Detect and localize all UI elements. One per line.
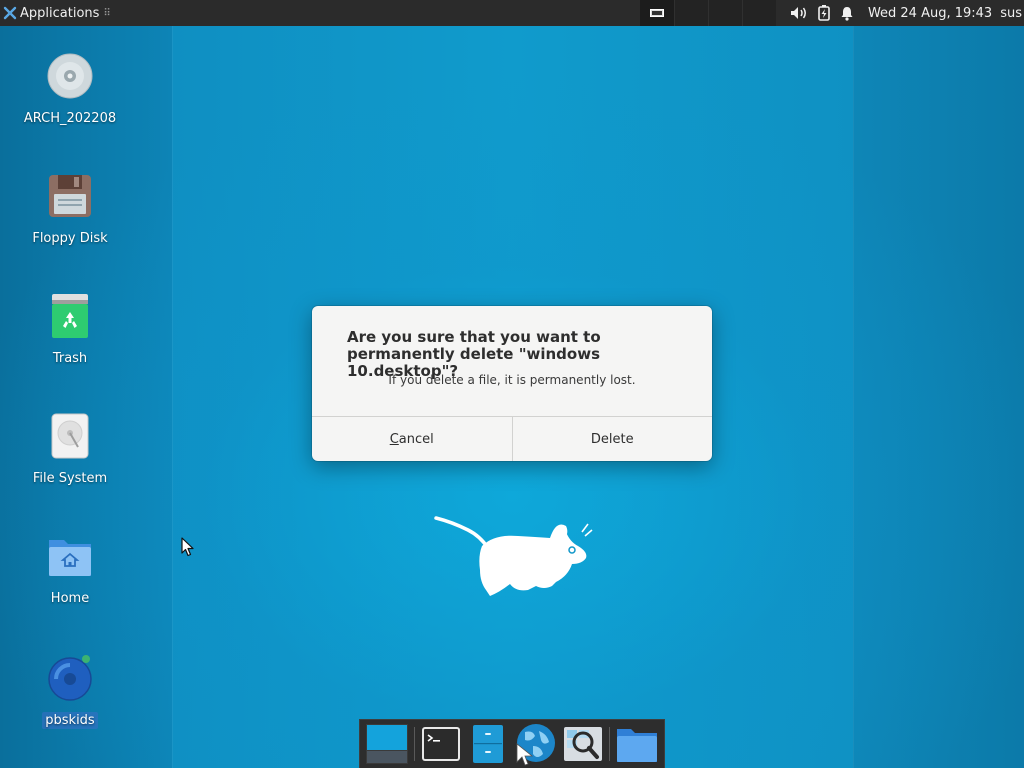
dock-terminal[interactable] [420,722,463,766]
applications-menu-button[interactable]: Applications ⠿ [0,0,114,26]
top-panel: Applications ⠿ Wed 24 Aug, 19:43 sus [0,0,1024,26]
applications-label: Applications [20,5,100,21]
desktop-icon-filesystem[interactable]: File System [20,412,120,487]
desktop-icon-pbskids[interactable]: pbskids [20,654,120,729]
dock-app-finder[interactable] [561,722,604,766]
folder-icon [616,729,657,762]
panel-user-menu[interactable]: sus [1000,6,1024,21]
volume-icon[interactable] [790,6,808,20]
desktop-icon-label: ARCH_202208 [23,111,117,126]
web-browser-icon [517,724,556,766]
desktop-icon-trash[interactable]: Trash [20,292,120,367]
dialog-button-row: Cancel Delete [312,416,712,461]
cancel-mnemonic: C [389,431,399,447]
workspace-1-button[interactable] [639,0,674,26]
desktop-icon-floppy[interactable]: Floppy Disk [20,172,120,247]
battery-charging-icon[interactable] [818,5,830,21]
app-finder-icon [563,727,602,761]
cancel-button[interactable]: Cancel [312,417,513,461]
desktop-icon-label: Floppy Disk [32,231,108,246]
delete-button[interactable]: Delete [513,417,713,461]
hard-drive-icon [51,413,89,459]
xfce-logo-icon [3,6,17,20]
panel-grip-icon: ⠿ [103,7,110,19]
dock-web-browser[interactable] [513,722,557,766]
workspace-3-button[interactable] [707,0,742,26]
dock-file-manager[interactable] [467,722,510,766]
pbskids-icon [48,655,92,701]
floppy-disk-icon [49,175,91,217]
home-folder-icon [49,540,91,576]
cancel-label-rest: ancel [398,431,434,447]
delete-confirmation-dialog: Are you sure that you want to permanentl… [312,306,712,461]
desktop-icon-home[interactable]: Home [20,532,120,607]
workspace-4-button[interactable] [741,0,776,26]
mouse-pointer-icon [181,537,194,557]
desktop-icon-label: Home [50,591,90,606]
trash-icon [52,294,88,338]
show-desktop-icon [366,724,409,764]
dock-separator [413,727,415,761]
system-tray [776,0,868,26]
dock-folder[interactable] [615,722,658,766]
desktop-icon-label: Trash [52,351,88,366]
workspace-2-button[interactable] [673,0,708,26]
window-icon [649,9,664,17]
dock-show-desktop[interactable] [366,722,409,766]
bottom-dock [359,719,665,768]
desktop-icon-arch[interactable]: ARCH_202208 [20,52,120,127]
dock-separator [609,727,611,761]
dialog-message: If you delete a file, it is permanently … [388,373,636,387]
terminal-icon [422,727,461,761]
notification-bell-icon[interactable] [840,6,854,21]
panel-clock[interactable]: Wed 24 Aug, 19:43 [868,6,1000,21]
file-manager-icon [473,725,503,763]
desktop-icon-label: pbskids [42,712,98,729]
desktop-icon-label: File System [32,471,108,486]
cd-disc-icon [47,53,93,99]
xfce-mouse-mascot [434,516,593,596]
